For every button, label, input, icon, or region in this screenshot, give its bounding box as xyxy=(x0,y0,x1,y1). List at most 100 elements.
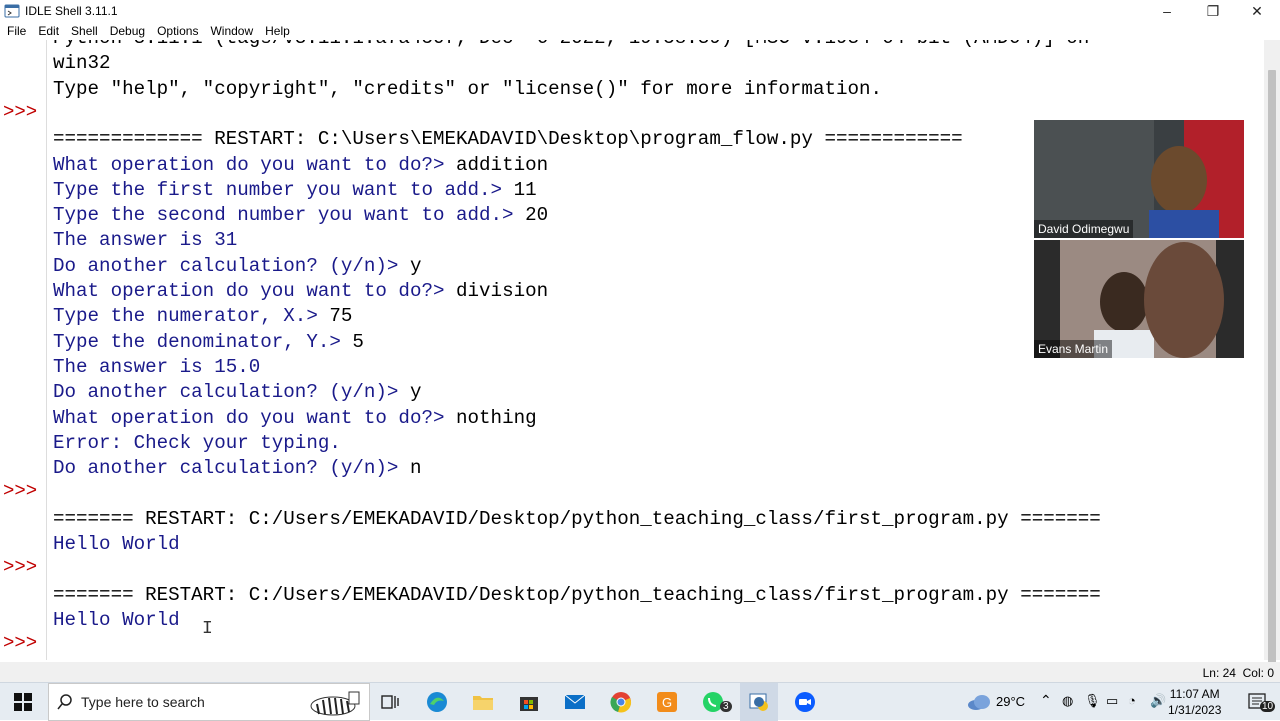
shell-line: Hello World xyxy=(53,608,180,632)
shell-line: Type the numerator, X.> 75 xyxy=(53,304,352,328)
shell-output-text: Do another calculation? (y/n)> xyxy=(53,457,410,480)
shell-line: Type "help", "copyright", "credits" or "… xyxy=(53,77,882,101)
taskbar-file-explorer[interactable] xyxy=(464,683,502,721)
user-input-text: nothing xyxy=(456,406,537,429)
shell-output-text: Type the second number you want to add.> xyxy=(53,204,526,227)
shell-output-text: ============= RESTART: C:\Users\EMEKADAV… xyxy=(53,128,963,151)
menu-options[interactable]: Options xyxy=(151,24,204,38)
shell-output-text: win32 xyxy=(53,52,111,75)
vertical-scrollbar[interactable] xyxy=(1264,40,1280,680)
title-bar[interactable]: IDLE Shell 3.11.1 – ❐ ✕ xyxy=(0,0,1280,22)
taskbar-mail[interactable] xyxy=(556,683,594,721)
text-cursor-icon: I xyxy=(202,619,213,639)
video-tile-david[interactable]: David Odimegwu xyxy=(1034,120,1244,238)
line-col-indicator: Ln: 24 Col: 0 xyxy=(1202,666,1274,680)
video-tile-evans[interactable]: Evans Martin xyxy=(1034,240,1244,358)
shell-output-text: Python 3.11.1 (tags/v3.11.1:a7a450f, Dec… xyxy=(53,40,1089,49)
taskbar-clock[interactable]: 11:07 AM 1/31/2023 xyxy=(1168,686,1221,718)
menu-edit[interactable]: Edit xyxy=(32,24,65,38)
chrome-icon xyxy=(610,692,632,713)
action-center-button[interactable]: 10 xyxy=(1240,683,1276,721)
chevron-up-icon[interactable]: ⌃ xyxy=(1040,692,1052,709)
shell-prompt: >>> xyxy=(3,632,38,655)
system-tray: 29°C ⌃ ◍ 🎙 ▭ ◔ 🔊 xyxy=(960,683,1280,721)
minimize-button[interactable]: – xyxy=(1144,0,1190,22)
shell-line: What operation do you want to do?> addit… xyxy=(53,153,548,177)
shell-output-text: Hello World xyxy=(53,608,180,631)
user-input-text: y xyxy=(409,254,422,277)
task-view-icon xyxy=(381,695,399,709)
edge-icon xyxy=(427,692,447,712)
menu-bar: File Edit Shell Debug Options Window Hel… xyxy=(0,22,1280,40)
taskbar-app-g[interactable]: G xyxy=(648,683,686,721)
taskbar-chrome[interactable] xyxy=(602,683,640,721)
shell-output-text: Error: Check your typing. xyxy=(53,431,341,454)
taskbar-search-box[interactable]: Type here to search xyxy=(48,683,370,721)
taskbar: Type here to search G 3 29°C ⌃ ◍ 🎙 ▭ ◔ 🔊… xyxy=(0,682,1280,721)
close-button[interactable]: ✕ xyxy=(1234,0,1280,22)
user-input-text: 11 xyxy=(513,178,537,201)
weather-temp[interactable]: 29°C xyxy=(996,694,1025,709)
cloud-weather-icon xyxy=(968,695,990,710)
taskbar-edge[interactable] xyxy=(418,683,456,721)
shell-output-text: What operation do you want to do?> xyxy=(53,153,457,176)
menu-help[interactable]: Help xyxy=(259,24,296,38)
user-input-text: 20 xyxy=(525,204,549,227)
menu-debug[interactable]: Debug xyxy=(104,24,151,38)
menu-window[interactable]: Window xyxy=(204,24,259,38)
orange-app-icon: G xyxy=(657,692,677,712)
menu-file[interactable]: File xyxy=(0,24,32,38)
taskbar-whatsapp[interactable]: 3 xyxy=(694,683,732,721)
zebra-search-highlight-icon xyxy=(310,691,360,716)
idle-shell-window: IDLE Shell 3.11.1 – ❐ ✕ File Edit Shell … xyxy=(0,0,1280,682)
taskbar-idle[interactable] xyxy=(740,683,778,721)
user-input-text: addition xyxy=(456,153,549,176)
microphone-icon[interactable]: 🎙 xyxy=(1084,693,1101,709)
notification-count: 10 xyxy=(1260,701,1276,712)
idle-icon xyxy=(749,693,768,711)
taskbar-zoom[interactable] xyxy=(786,683,824,721)
shell-output-text: ======= RESTART: C:/Users/EMEKADAVID/Des… xyxy=(53,507,1101,530)
store-icon xyxy=(520,697,538,711)
shell-line: Do another calculation? (y/n)> y xyxy=(53,380,421,404)
shell-output-text: Do another calculation? (y/n)> xyxy=(53,254,410,277)
shell-line: ============= RESTART: C:\Users\EMEKADAV… xyxy=(53,127,963,151)
taskbar-store[interactable] xyxy=(510,683,548,721)
user-input-text: 5 xyxy=(352,330,364,353)
meet-now-icon[interactable]: ◍ xyxy=(1062,693,1073,709)
network-icon[interactable]: ▭ xyxy=(1106,693,1118,709)
volume-icon[interactable]: 🔊 xyxy=(1150,693,1166,709)
shell-line: win32 xyxy=(53,51,111,75)
shell-line: What operation do you want to do?> divis… xyxy=(53,279,548,303)
restore-button[interactable]: ❐ xyxy=(1190,0,1236,22)
menu-shell[interactable]: Shell xyxy=(65,24,104,38)
shell-output-text: The answer is 15.0 xyxy=(53,355,261,378)
shell-output-text: Type "help", "copyright", "credits" or "… xyxy=(53,77,883,100)
shell-line: The answer is 31 xyxy=(53,228,237,252)
minimize-icon: – xyxy=(1163,3,1171,19)
shell-line: ======= RESTART: C:/Users/EMEKADAVID/Des… xyxy=(53,583,1101,607)
shell-output-text: What operation do you want to do?> xyxy=(53,280,457,302)
prompt-gutter: >>> >>> >>> >>> xyxy=(0,40,46,660)
shell-line: What operation do you want to do?> nothi… xyxy=(53,406,537,430)
shell-line: ======= RESTART: C:/Users/EMEKADAVID/Des… xyxy=(53,507,1101,531)
zoom-icon xyxy=(795,692,815,712)
shell-line: Type the second number you want to add.>… xyxy=(53,203,548,227)
shell-output-text: Hello World xyxy=(53,533,180,555)
clock-date: 1/31/2023 xyxy=(1168,703,1222,717)
status-bar: Ln: 24 Col: 0 xyxy=(0,662,1280,682)
scrollbar-thumb[interactable] xyxy=(1268,70,1276,680)
notification-badge: 3 xyxy=(720,701,732,712)
shell-line: The answer is 15.0 xyxy=(53,355,260,379)
shell-line: Do another calculation? (y/n)> n xyxy=(53,456,421,480)
mail-icon xyxy=(564,694,586,709)
shell-prompt: >>> xyxy=(3,100,38,123)
start-button[interactable] xyxy=(0,683,46,721)
shell-output-text: What operation do you want to do?> xyxy=(53,406,457,429)
folder-icon xyxy=(473,696,493,710)
task-view-button[interactable] xyxy=(372,683,408,721)
user-input-text: division xyxy=(456,280,549,302)
user-input-text: y xyxy=(409,381,422,404)
shell-line: Hello World xyxy=(53,532,180,556)
wifi-icon[interactable]: ◔ xyxy=(1128,693,1136,708)
